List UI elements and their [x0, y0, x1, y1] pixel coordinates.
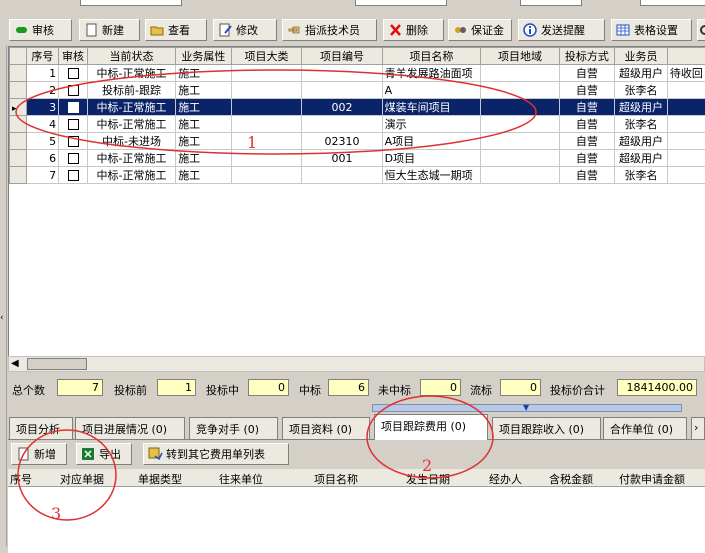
annotation-label-3: 3: [51, 504, 62, 523]
annotation-overlay: [15, 69, 537, 521]
annotation-ellipse-3: [17, 429, 117, 521]
annotation-label-1: 1: [247, 133, 258, 152]
annotation-label-2: 2: [422, 456, 433, 475]
annotation-ellipse-1: [15, 69, 537, 155]
